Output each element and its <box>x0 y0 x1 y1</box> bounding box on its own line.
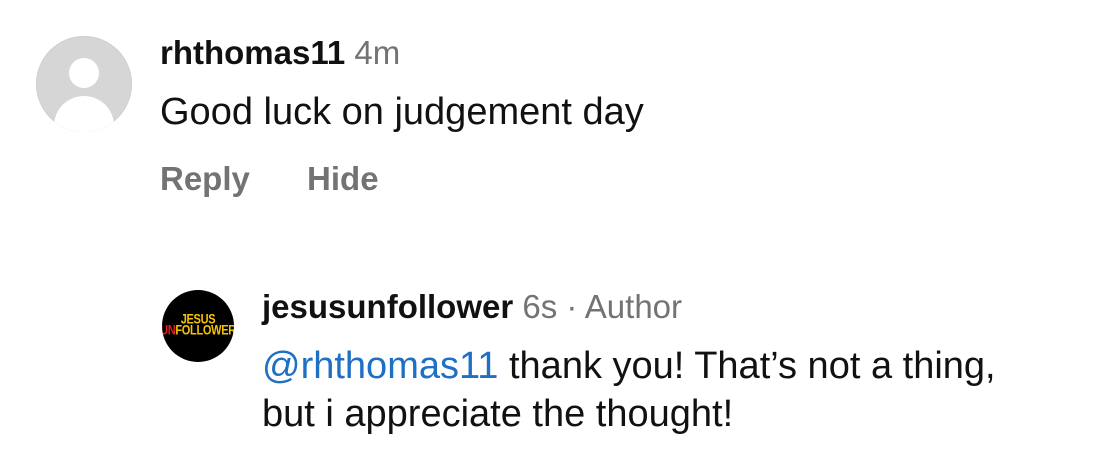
hide-button[interactable]: Hide <box>307 160 379 197</box>
mention-link[interactable]: @rhthomas11 <box>262 345 498 387</box>
separator-dot: · <box>566 288 578 325</box>
timestamp: 4m <box>354 34 401 71</box>
logo-text-accent: UN <box>162 323 176 339</box>
comment-text-part: thank you! That’s not a thing, <box>498 345 996 387</box>
avatar-shoulders-shape <box>54 96 114 132</box>
timestamp: 6s <box>522 288 558 325</box>
comment-header: rhthomas11 4m <box>160 34 400 72</box>
comment-text: Good luck on judgement day <box>160 91 644 133</box>
username[interactable]: jesusunfollower <box>262 288 513 325</box>
comment-text-line-2: but i appreciate the thought! <box>262 393 734 435</box>
avatar-head-shape <box>69 58 99 88</box>
username[interactable]: rhthomas11 <box>160 34 345 71</box>
comment-rhthomas11: rhthomas11 4m Good luck on judgement day… <box>0 0 1110 230</box>
logo-text-line-2: UNFOLLOWER <box>162 323 234 339</box>
default-user-avatar-icon[interactable] <box>36 36 132 132</box>
logo-text-rest: FOLLOWER <box>175 323 234 339</box>
reply-button[interactable]: Reply <box>160 160 250 197</box>
author-badge: Author <box>584 288 683 325</box>
comment-text: @rhthomas11 thank you! That’s not a thin… <box>262 342 996 438</box>
comment-header: jesusunfollower 6s · Author <box>262 288 682 326</box>
comment-actions: Reply Hide <box>160 160 427 198</box>
jesus-unfollower-logo-avatar[interactable]: JESUS UNFOLLOWER <box>162 290 234 362</box>
comment-jesusunfollower: JESUS UNFOLLOWER jesusunfollower 6s · Au… <box>0 270 1110 464</box>
comment-text-line-1: @rhthomas11 thank you! That’s not a thin… <box>262 342 996 390</box>
